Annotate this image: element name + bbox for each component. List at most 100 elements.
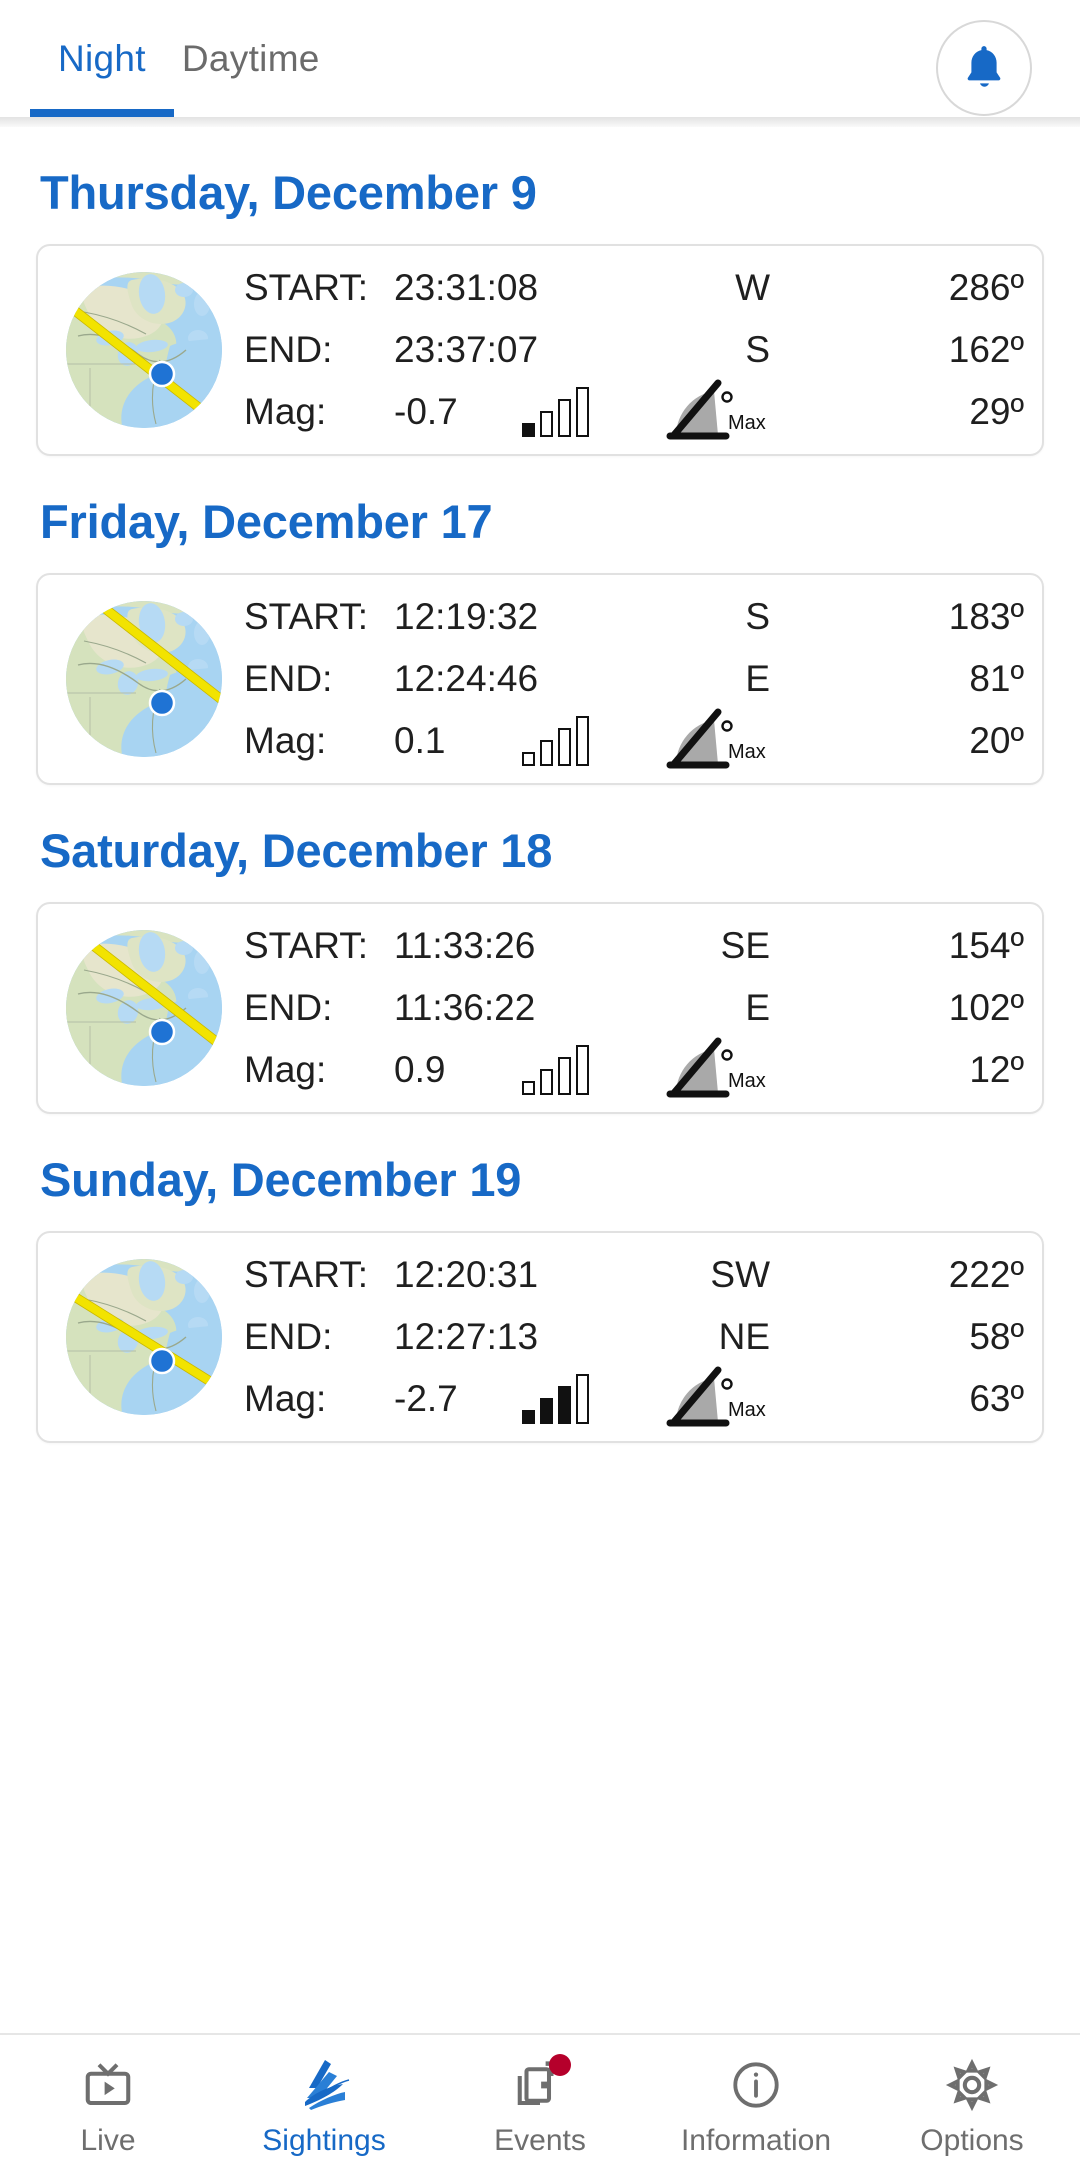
mag-value-group: -2.7 <box>394 1374 610 1424</box>
max-elevation-icon-cell: Max <box>610 706 778 777</box>
magnitude-row: Mag: 0.1 Max 20º <box>244 708 1024 772</box>
start-row: START: 12:20:31 SW 222º <box>244 1244 1024 1306</box>
globe-thumbnail <box>66 272 222 428</box>
end-degrees: 162º <box>948 329 1024 370</box>
end-label: END: <box>244 329 333 370</box>
mag-label: Mag: <box>244 720 327 761</box>
max-elevation-icon: Max <box>660 377 772 448</box>
brightness-bar-1 <box>522 752 535 766</box>
nav-item-sightings[interactable]: Sightings <box>216 2035 432 2178</box>
start-time: 12:20:31 <box>394 1254 539 1295</box>
magnitude-row: Mag: -2.7 Max 63º <box>244 1366 1024 1430</box>
mag-value-group: -0.7 <box>394 387 610 437</box>
brightness-bar-1 <box>522 1410 535 1424</box>
brightness-bar-1 <box>522 1081 535 1095</box>
end-time: 23:37:07 <box>394 329 539 370</box>
end-row: END: 12:24:46 E 81º <box>244 648 1024 710</box>
svg-text:Max: Max <box>728 412 766 434</box>
magnitude-row: Mag: 0.9 Max 12º <box>244 1037 1024 1101</box>
sighting-card[interactable]: START: 23:31:08 W 286º END: 23:37:07 S 1… <box>36 244 1044 456</box>
end-direction: NE <box>718 1316 770 1357</box>
nav-label-events: Events <box>494 2123 586 2157</box>
nav-label-information: Information <box>680 2123 832 2157</box>
svg-text:Max: Max <box>728 1399 766 1421</box>
max-elevation-icon: Max <box>660 706 772 777</box>
tab-daytime[interactable]: Daytime <box>164 0 338 117</box>
start-row: START: 12:19:32 S 183º <box>244 586 1024 648</box>
end-direction: E <box>745 987 770 1028</box>
mag-label: Mag: <box>244 1378 327 1419</box>
brightness-bars <box>522 1374 589 1424</box>
sighting-details: START: 12:20:31 SW 222º END: 12:27:13 NE… <box>222 1233 1042 1441</box>
end-degrees: 58º <box>969 1316 1024 1357</box>
magnitude-row: Mag: -0.7 Max 29º <box>244 379 1024 443</box>
nav-item-live[interactable]: Live <box>0 2035 216 2178</box>
end-label: END: <box>244 987 333 1028</box>
bell-icon <box>956 40 1012 96</box>
start-direction: W <box>735 267 770 308</box>
tv-icon <box>81 2056 135 2114</box>
brightness-bar-2 <box>540 1069 553 1095</box>
notification-button[interactable] <box>936 20 1032 116</box>
end-time: 11:36:22 <box>394 987 536 1028</box>
sighting-card[interactable]: START: 12:20:31 SW 222º END: 12:27:13 NE… <box>36 1231 1044 1443</box>
start-degrees: 154º <box>948 925 1024 966</box>
start-direction: SW <box>710 1254 770 1295</box>
start-direction: SE <box>720 925 770 966</box>
mag-label: Mag: <box>244 1049 327 1090</box>
start-label: START: <box>244 267 369 308</box>
sighting-card[interactable]: START: 11:33:26 SE 154º END: 11:36:22 E … <box>36 902 1044 1114</box>
wings-icon <box>295 2056 353 2114</box>
mag-value: -0.7 <box>394 391 458 432</box>
brightness-bars <box>522 1045 589 1095</box>
brightness-bar-4 <box>576 387 589 437</box>
end-label: END: <box>244 658 333 699</box>
calendar-radio-icon <box>513 2053 571 2114</box>
sighting-card[interactable]: START: 12:19:32 S 183º END: 12:24:46 E 8… <box>36 573 1044 785</box>
mag-value: 0.9 <box>394 1049 446 1090</box>
end-direction: E <box>745 658 770 699</box>
brightness-bar-3 <box>558 1057 571 1095</box>
start-label: START: <box>244 925 369 966</box>
end-time: 12:27:13 <box>394 1316 539 1357</box>
brightness-bar-3 <box>558 1386 571 1424</box>
end-row: END: 11:36:22 E 102º <box>244 977 1024 1039</box>
day-heading: Saturday, December 18 <box>40 824 553 877</box>
start-direction: S <box>745 596 770 637</box>
brightness-bar-4 <box>576 1374 589 1424</box>
brightness-bar-2 <box>540 1398 553 1424</box>
mag-value-group: 0.1 <box>394 716 610 766</box>
brightness-bar-2 <box>540 740 553 766</box>
day-heading: Sunday, December 19 <box>40 1153 522 1206</box>
brightness-bars <box>522 387 589 437</box>
day-heading: Friday, December 17 <box>40 495 493 548</box>
end-degrees: 102º <box>948 987 1024 1028</box>
mag-value: 0.1 <box>394 720 446 761</box>
mag-label: Mag: <box>244 391 327 432</box>
max-elevation-icon: Max <box>660 1364 772 1435</box>
mag-value: -2.7 <box>394 1378 458 1419</box>
nav-item-information[interactable]: Information <box>648 2035 864 2178</box>
end-degrees: 81º <box>969 658 1024 699</box>
tab-daytime-label: Daytime <box>181 38 320 79</box>
top-tab-bar: Night Daytime <box>0 0 1080 117</box>
day-heading: Thursday, December 9 <box>40 166 537 219</box>
nav-label-sightings: Sightings <box>262 2123 386 2157</box>
start-time: 11:33:26 <box>394 925 536 966</box>
sightings-list[interactable]: Thursday, December 9 START: 23:31:08 W 2… <box>0 127 1080 2033</box>
max-elevation-value: 63º <box>969 1378 1024 1419</box>
start-degrees: 222º <box>948 1254 1024 1295</box>
max-elevation-icon: Max <box>660 1035 772 1106</box>
notification-badge <box>549 2053 571 2076</box>
sighting-details: START: 23:31:08 W 286º END: 23:37:07 S 1… <box>222 246 1042 454</box>
tab-night[interactable]: Night <box>30 0 174 117</box>
sighting-details: START: 12:19:32 S 183º END: 12:24:46 E 8… <box>222 575 1042 783</box>
info-icon <box>729 2056 783 2114</box>
nav-item-options[interactable]: Options <box>864 2035 1080 2178</box>
svg-text:Max: Max <box>728 1070 766 1092</box>
nav-item-events[interactable]: Events <box>432 2035 648 2178</box>
globe-thumbnail <box>66 930 222 1086</box>
max-elevation-value: 20º <box>969 720 1024 761</box>
nav-label-live: Live <box>80 2123 136 2157</box>
mag-value-group: 0.9 <box>394 1045 610 1095</box>
